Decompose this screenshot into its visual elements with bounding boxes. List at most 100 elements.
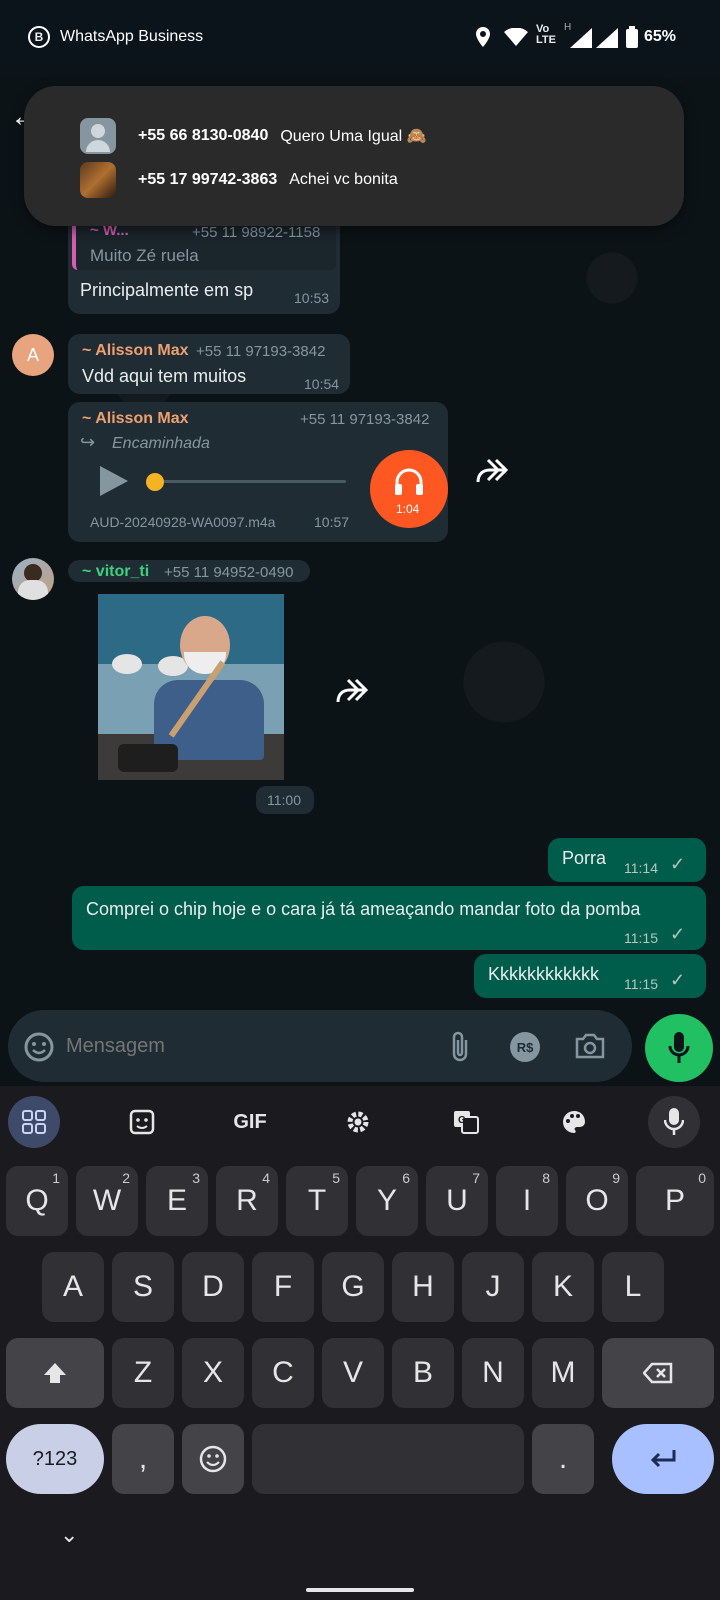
message-bubble-2[interactable]: ~ Alisson Max +55 11 97193-3842 Vdd aqui… [68, 334, 350, 394]
avatar[interactable] [12, 558, 54, 600]
message-time: 10:57 [314, 514, 350, 530]
payment-icon[interactable]: R$ [510, 1032, 540, 1062]
key-o[interactable]: O9 [566, 1166, 628, 1236]
key-g[interactable]: G [322, 1252, 384, 1322]
key-r[interactable]: R4 [216, 1166, 278, 1236]
location-icon [476, 27, 490, 47]
key-w[interactable]: W2 [76, 1166, 138, 1236]
key-t[interactable]: T5 [286, 1166, 348, 1236]
emoji-key[interactable] [182, 1424, 244, 1494]
enter-icon [650, 1450, 676, 1468]
symbols-key[interactable]: ?123 [6, 1424, 104, 1494]
notification-row-2[interactable]: +55 17 99742-3863 Achei vc bonita [80, 162, 398, 198]
battery-percent: 65% [644, 28, 677, 45]
notification-text: Quero Uma Igual 🙈 [280, 128, 427, 145]
mic-icon [664, 1108, 684, 1135]
space-key[interactable] [252, 1424, 524, 1494]
key-q[interactable]: Q1 [6, 1166, 68, 1236]
audio-filename: AUD-20240928-WA0097.m4a [90, 514, 276, 530]
key-s[interactable]: S [112, 1252, 174, 1322]
notification-row-1[interactable]: +55 66 8130-0840 Quero Uma Igual 🙈 [80, 118, 427, 154]
audio-message-bubble[interactable]: ~ Alisson Max +55 11 97193-3842 ↪ Encami… [68, 402, 448, 542]
sticker-image[interactable] [98, 594, 284, 780]
message-time: 11:15 [624, 976, 658, 992]
status-bar: B WhatsApp Business Vo LTE H 65% [0, 0, 720, 76]
battery-icon [626, 26, 638, 48]
translate-icon[interactable]: G [440, 1096, 492, 1148]
key-k[interactable]: K [532, 1252, 594, 1322]
settings-gear-icon[interactable] [332, 1096, 384, 1148]
outgoing-message-2[interactable]: Comprei o chip hoje e o cara já tá ameaç… [72, 886, 706, 950]
sent-check-icon: ✓ [670, 970, 686, 990]
play-icon[interactable] [98, 464, 130, 498]
attach-icon[interactable] [448, 1030, 472, 1064]
key-m[interactable]: M [532, 1338, 594, 1408]
camera-icon[interactable] [574, 1032, 606, 1060]
message-time: 11:14 [624, 860, 658, 876]
message-time: 11:00 [267, 792, 301, 808]
svg-text:G: G [458, 1115, 466, 1126]
outgoing-message-3[interactable]: Kkkkkkkkkkkk 11:15 ✓ [474, 954, 706, 998]
home-gesture-bar[interactable] [306, 1588, 414, 1592]
sender-phone: +55 11 94952-0490 [164, 564, 294, 581]
backspace-key[interactable] [602, 1338, 714, 1408]
key-f[interactable]: F [252, 1252, 314, 1322]
notification-phone: +55 17 99742-3863 [138, 171, 278, 188]
period-key[interactable]: . [532, 1424, 594, 1494]
key-b[interactable]: B [392, 1338, 454, 1408]
contact-photo-avatar [80, 162, 116, 198]
comma-key[interactable]: , [112, 1424, 174, 1494]
sticker-icon[interactable] [116, 1096, 168, 1148]
keyboard-voice-button[interactable] [648, 1096, 700, 1148]
message-text: Vdd aqui tem muitos [82, 366, 247, 386]
forward-icon[interactable] [336, 678, 368, 704]
quote-phone: +55 11 98922-1158 [192, 224, 321, 241]
backspace-icon [643, 1362, 673, 1384]
key-z[interactable]: Z [112, 1338, 174, 1408]
sender-name[interactable]: ~ Alisson Max [82, 342, 189, 360]
message-input[interactable] [66, 1026, 426, 1066]
audio-avatar: 1:04 [370, 450, 448, 528]
notification-text: Achei vc bonita [289, 171, 398, 188]
image-time-badge: 11:00 [256, 786, 314, 814]
key-e[interactable]: E3 [146, 1166, 208, 1236]
key-l[interactable]: L [602, 1252, 664, 1322]
theme-palette-icon[interactable] [548, 1096, 600, 1148]
enter-key[interactable] [612, 1424, 714, 1494]
key-x[interactable]: X [182, 1338, 244, 1408]
voice-record-button[interactable] [645, 1014, 713, 1082]
key-d[interactable]: D [182, 1252, 244, 1322]
key-y[interactable]: Y6 [356, 1166, 418, 1236]
notification-popup[interactable]: +55 66 8130-0840 Quero Uma Igual 🙈 +55 1… [24, 86, 684, 226]
audio-progress-handle[interactable] [146, 473, 164, 491]
key-u[interactable]: U7 [426, 1166, 488, 1236]
forward-icon[interactable] [476, 458, 508, 484]
key-c[interactable]: C [252, 1338, 314, 1408]
forwarded-label: Encaminhada [112, 435, 210, 452]
avatar[interactable]: A [12, 334, 54, 376]
key-v[interactable]: V [322, 1338, 384, 1408]
shift-icon [44, 1363, 66, 1383]
notification-phone: +55 66 8130-0840 [138, 127, 269, 144]
message-input-bar[interactable]: R$ [8, 1010, 632, 1082]
message-text: Porra [562, 848, 607, 868]
key-n[interactable]: N [462, 1338, 524, 1408]
outgoing-message-1[interactable]: Porra 11:14 ✓ [548, 838, 706, 882]
shift-key[interactable] [6, 1338, 104, 1408]
audio-progress-track[interactable] [154, 480, 346, 483]
sender-name[interactable]: ~ Alisson Max [82, 410, 189, 428]
keyboard-apps-button[interactable] [8, 1096, 60, 1148]
key-i[interactable]: I8 [496, 1166, 558, 1236]
key-j[interactable]: J [462, 1252, 524, 1322]
message-time: 11:15 [624, 930, 658, 946]
message-time: 10:54 [304, 376, 340, 392]
mic-icon [668, 1032, 690, 1063]
sender-name[interactable]: ~ vitor_ti [82, 563, 149, 581]
image-message-header[interactable]: ~ vitor_ti +55 11 94952-0490 [68, 560, 310, 582]
key-h[interactable]: H [392, 1252, 454, 1322]
emoji-icon[interactable] [24, 1032, 54, 1062]
gif-button[interactable]: GIF [224, 1096, 276, 1148]
key-p[interactable]: P0 [636, 1166, 714, 1236]
key-a[interactable]: A [42, 1252, 104, 1322]
keyboard-hide-chevron-icon[interactable]: ⌄ [60, 1522, 78, 1548]
